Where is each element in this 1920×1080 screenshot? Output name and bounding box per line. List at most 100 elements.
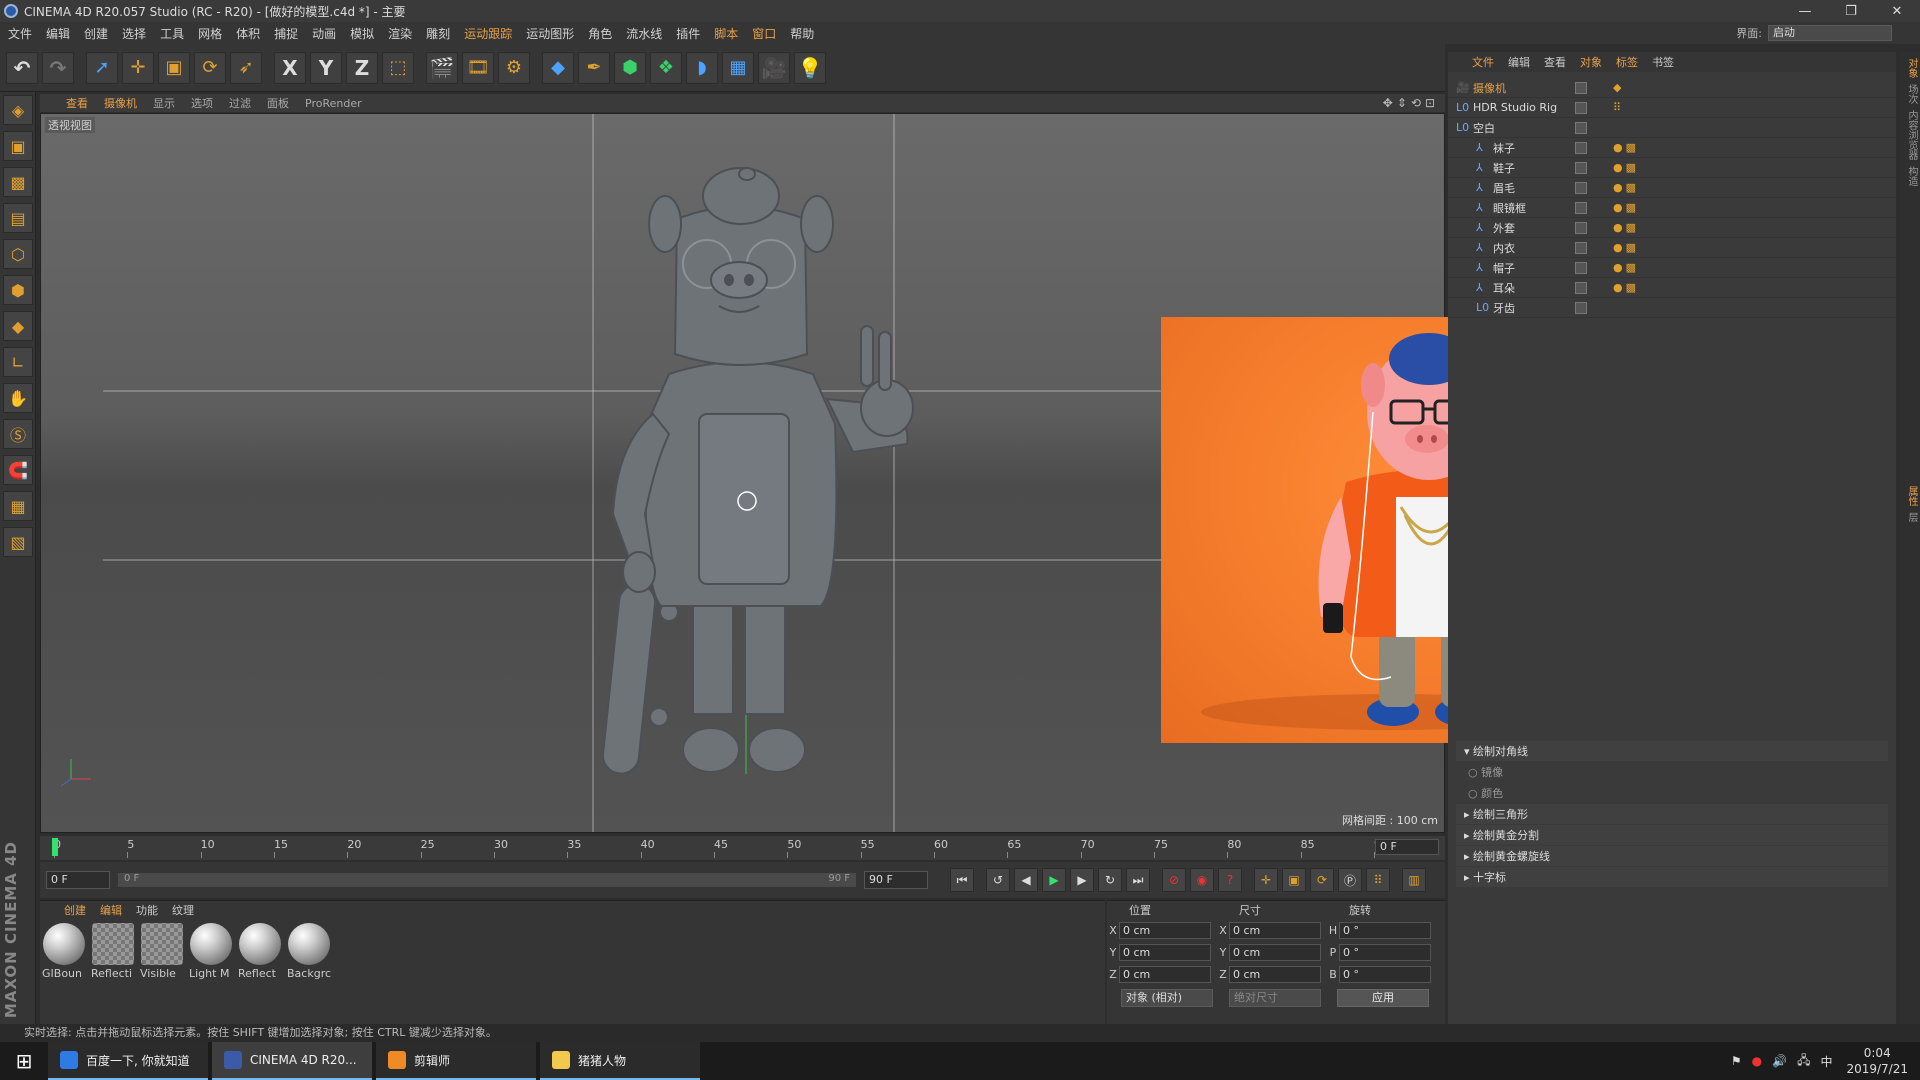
object-row[interactable]: L0 空白 (1448, 118, 1896, 138)
visibility-toggle[interactable] (1575, 101, 1587, 114)
object-name[interactable]: 耳朵 (1493, 280, 1515, 296)
network-icon[interactable]: 🖧 (1797, 1051, 1810, 1072)
object-row[interactable]: ⅄ 内衣 ●▩ (1448, 238, 1896, 258)
taskbar-app[interactable]: 猪猪人物 (540, 1042, 700, 1080)
visibility-toggle[interactable] (1575, 141, 1587, 154)
menu-snap[interactable]: 捕捉 (274, 25, 298, 42)
key-scale-icon[interactable]: ▣ (1282, 868, 1306, 892)
side-tab-attributes[interactable]: 属性 (1904, 486, 1919, 506)
go-to-prev-key-icon[interactable]: ↺ (986, 868, 1010, 892)
menu-script[interactable]: 脚本 (714, 25, 738, 42)
object-name[interactable]: 空白 (1473, 120, 1495, 136)
object-name[interactable]: 眉毛 (1493, 180, 1515, 196)
object-tags[interactable]: ●▩ (1613, 161, 1639, 174)
object-row[interactable]: ⅄ 帽子 ●▩ (1448, 258, 1896, 278)
coordinate-field[interactable]: 0 cm (1229, 921, 1321, 939)
maximize-button[interactable]: ❐ (1828, 0, 1874, 22)
render-view-icon[interactable]: 🎬 (426, 51, 458, 84)
key-rotation-icon[interactable]: ⟳ (1310, 868, 1334, 892)
frame-range-slider[interactable]: 0 F 90 F (118, 873, 856, 887)
material-item[interactable]: Reflect (238, 923, 282, 980)
material-item[interactable]: Visible (140, 923, 184, 980)
object-tags[interactable]: ●▩ (1613, 261, 1639, 274)
om-menu-bookmarks[interactable]: 书签 (1652, 54, 1674, 70)
menu-file[interactable]: 文件 (8, 25, 32, 42)
section-draw-triangles[interactable]: ▸ 绘制三角形 (1456, 804, 1888, 824)
points-mode-icon[interactable]: ⬡ (3, 239, 33, 269)
mat-menu-function[interactable]: 功能 (136, 902, 158, 918)
menu-mesh[interactable]: 网格 (198, 25, 222, 42)
vp-menu-filter[interactable]: 过滤 (229, 95, 251, 111)
taskbar-app[interactable]: 百度一下, 你就知道 (48, 1042, 208, 1080)
floor-icon[interactable]: ▦ (722, 51, 754, 84)
model-mode-icon[interactable]: ▣ (3, 131, 33, 161)
material-item[interactable]: GIBoun (42, 923, 86, 980)
coordinate-field[interactable]: 0 ° (1339, 921, 1431, 939)
move-icon[interactable]: ✛ (122, 51, 154, 84)
visibility-toggle[interactable] (1575, 221, 1587, 234)
menu-tools[interactable]: 工具 (160, 25, 184, 42)
object-row[interactable]: 🎥 摄像机 ◆ (1448, 78, 1896, 98)
om-menu-tags[interactable]: 标签 (1616, 54, 1638, 70)
object-name[interactable]: 牙齿 (1493, 300, 1515, 316)
keyframe-selection-icon[interactable]: ? (1218, 868, 1242, 892)
menu-render[interactable]: 渲染 (388, 25, 412, 42)
coordinate-mode-dropdown[interactable]: 对象 (相对) (1121, 989, 1213, 1007)
vp-menu-view[interactable]: 查看 (66, 95, 88, 111)
om-menu-view[interactable]: 查看 (1544, 54, 1566, 70)
object-name[interactable]: 内衣 (1493, 240, 1515, 256)
redo-icon[interactable]: ↷ (42, 51, 74, 84)
render-settings-icon[interactable]: ⚙ (498, 51, 530, 84)
section-golden-spiral[interactable]: ▸ 绘制黄金螺旋线 (1456, 846, 1888, 866)
play-icon[interactable]: ▶ (1042, 868, 1066, 892)
visibility-toggle[interactable] (1575, 161, 1587, 174)
mat-menu-edit[interactable]: 编辑 (100, 902, 122, 918)
volume-icon[interactable]: 🔊 (1772, 1054, 1787, 1068)
object-tags[interactable]: ●▩ (1613, 281, 1639, 294)
object-row[interactable]: ⅄ 鞋子 ●▩ (1448, 158, 1896, 178)
weibo-icon[interactable]: ● (1752, 1054, 1762, 1068)
object-name[interactable]: 帽子 (1493, 260, 1515, 276)
solo-icon[interactable]: Ⓢ (3, 419, 33, 449)
minimize-button[interactable]: — (1782, 0, 1828, 22)
taskbar-app[interactable]: CINEMA 4D R20... (212, 1042, 372, 1080)
object-name[interactable]: HDR Studio Rig (1473, 101, 1557, 114)
color-option[interactable]: ○ 颜色 (1468, 783, 1876, 803)
section-draw-diagonals[interactable]: ▾ 绘制对角线 (1456, 741, 1888, 761)
coordinate-field[interactable]: 0 ° (1339, 965, 1431, 983)
menu-pipeline[interactable]: 流水线 (626, 25, 662, 42)
render-picture-icon[interactable]: 🎞 (462, 51, 494, 84)
workplane-icon[interactable]: ▤ (3, 203, 33, 233)
planar-workplane-icon[interactable]: ▧ (3, 527, 33, 557)
coordinate-field[interactable]: 0 cm (1229, 965, 1321, 983)
close-button[interactable]: ✕ (1874, 0, 1920, 22)
menu-window[interactable]: 窗口 (752, 25, 776, 42)
menu-character[interactable]: 角色 (588, 25, 612, 42)
scale-icon[interactable]: ▣ (158, 51, 190, 84)
menu-animate[interactable]: 动画 (312, 25, 336, 42)
vp-menu-cameras[interactable]: 摄像机 (104, 95, 137, 111)
taskbar-app[interactable]: 剪辑师 (376, 1042, 536, 1080)
coordinate-field[interactable]: 0 cm (1119, 943, 1211, 961)
object-row[interactable]: L0 牙齿 (1448, 298, 1896, 318)
menu-plugins[interactable]: 插件 (676, 25, 700, 42)
live-select-icon[interactable]: ➚ (86, 51, 118, 84)
visibility-toggle[interactable] (1575, 301, 1587, 314)
coord-system-icon[interactable]: ⬚ (382, 51, 414, 84)
pen-icon[interactable]: ✒ (578, 51, 610, 84)
visibility-toggle[interactable] (1575, 241, 1587, 254)
ime-indicator[interactable]: 中 (1820, 1053, 1832, 1070)
om-menu-file[interactable]: 文件 (1472, 54, 1494, 70)
visibility-toggle[interactable] (1575, 281, 1587, 294)
object-tags[interactable]: ●▩ (1613, 221, 1639, 234)
axis-mode-icon[interactable]: ∟ (3, 347, 33, 377)
tweak-mode-icon[interactable]: ✋ (3, 383, 33, 413)
object-tags[interactable]: ◆ (1613, 81, 1624, 94)
section-crosshair[interactable]: ▸ 十字标 (1456, 867, 1888, 887)
menu-simulate[interactable]: 模拟 (350, 25, 374, 42)
undo-icon[interactable]: ↶ (6, 51, 38, 84)
visibility-toggle[interactable] (1575, 81, 1587, 94)
viewport-nav-icons[interactable]: ✥⇕⟲⊡ (1383, 96, 1439, 110)
object-tags[interactable]: ⠿ (1613, 101, 1624, 114)
texture-mode-icon[interactable]: ▩ (3, 167, 33, 197)
